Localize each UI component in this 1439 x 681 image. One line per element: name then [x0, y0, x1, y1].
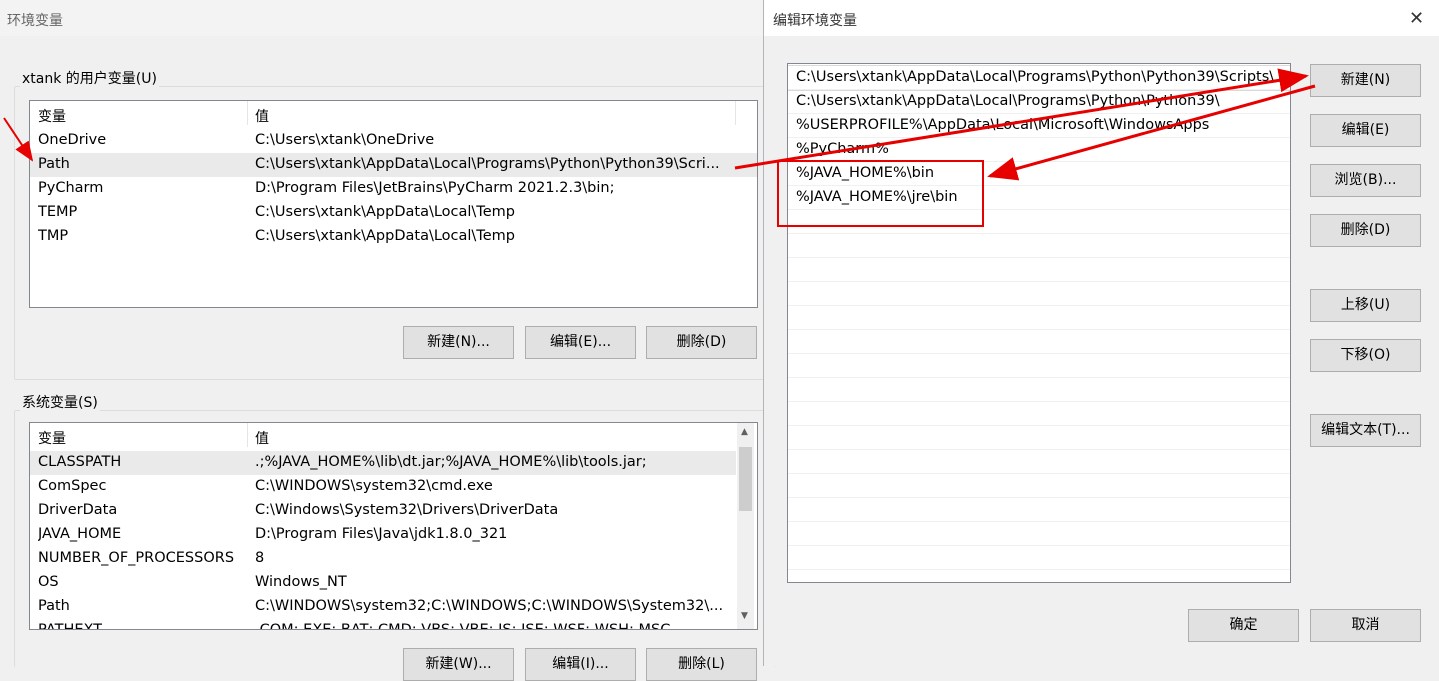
system-var-row-processors[interactable]: NUMBER_OF_PROCESSORS 8	[30, 547, 736, 571]
var-name: CLASSPATH	[38, 454, 122, 470]
path-entry-text: C:\Users\xtank\AppData\Local\Programs\Py…	[796, 69, 1275, 85]
move-up-button[interactable]: 上移(U)	[1310, 289, 1421, 322]
system-edit-button[interactable]: 编辑(I)...	[525, 648, 636, 681]
system-var-row-java-home[interactable]: JAVA_HOME D:\Program Files\Java\jdk1.8.0…	[30, 523, 736, 547]
var-value: C:\Users\xtank\AppData\Local\Temp	[255, 204, 515, 220]
path-entries-list[interactable]: C:\Users\xtank\AppData\Local\Programs\Py…	[787, 63, 1291, 583]
dialog-title-bar	[764, 0, 1439, 36]
path-empty-row[interactable]	[788, 378, 1290, 402]
system-var-row-classpath[interactable]: CLASSPATH .;%JAVA_HOME%\lib\dt.jar;%JAVA…	[30, 451, 736, 475]
var-name: OS	[38, 574, 59, 590]
scroll-down-icon[interactable]: ▼	[741, 611, 748, 621]
user-delete-button[interactable]: 删除(D)	[646, 326, 757, 359]
path-empty-row[interactable]	[788, 546, 1290, 570]
var-name: Path	[38, 598, 70, 614]
var-value: C:\Users\xtank\AppData\Local\Temp	[255, 228, 515, 244]
path-empty-row[interactable]	[788, 402, 1290, 426]
bg-window-title: 环境变量	[7, 13, 63, 29]
var-name: PATHEXT	[38, 622, 103, 630]
var-name: ComSpec	[38, 478, 107, 494]
system-vars-label: 系统变量(S)	[20, 392, 100, 412]
column-header-value[interactable]: 值	[255, 106, 269, 126]
path-empty-row[interactable]	[788, 306, 1290, 330]
path-empty-row[interactable]	[788, 354, 1290, 378]
user-var-row-temp[interactable]: TEMP C:\Users\xtank\AppData\Local\Temp	[30, 201, 757, 225]
var-value: Windows_NT	[255, 574, 347, 590]
var-value: D:\Program Files\JetBrains\PyCharm 2021.…	[255, 180, 615, 196]
system-var-row-os[interactable]: OS Windows_NT	[30, 571, 736, 595]
var-name: DriverData	[38, 502, 118, 518]
var-value: C:\Windows\System32\Drivers\DriverData	[255, 502, 559, 518]
user-vars-label: xtank 的用户变量(U)	[20, 68, 159, 88]
system-vars-list[interactable]: 变量 值 CLASSPATH .;%JAVA_HOME%\lib\dt.jar;…	[29, 422, 758, 630]
system-var-row-driverdata[interactable]: DriverData C:\Windows\System32\Drivers\D…	[30, 499, 736, 523]
move-down-button[interactable]: 下移(O)	[1310, 339, 1421, 372]
path-entry-text: C:\Users\xtank\AppData\Local\Programs\Py…	[796, 93, 1220, 109]
close-icon[interactable]: ✕	[1409, 8, 1424, 29]
path-empty-row[interactable]	[788, 330, 1290, 354]
user-vars-list[interactable]: 变量 值 OneDrive C:\Users\xtank\OneDrive Pa…	[29, 100, 758, 308]
system-vars-header: 变量 值	[30, 423, 757, 447]
var-name: TMP	[38, 228, 69, 244]
browse-button[interactable]: 浏览(B)...	[1310, 164, 1421, 197]
path-empty-row[interactable]	[788, 522, 1290, 546]
system-var-row-pathext[interactable]: PATHEXT .COM;.EXE;.BAT;.CMD;.VBS;.VBE;.J…	[30, 619, 736, 630]
edit-path-button[interactable]: 编辑(E)	[1310, 114, 1421, 147]
user-var-row-pycharm[interactable]: PyCharm D:\Program Files\JetBrains\PyCha…	[30, 177, 757, 201]
var-value: C:\Users\xtank\OneDrive	[255, 132, 435, 148]
var-name: NUMBER_OF_PROCESSORS	[38, 550, 235, 566]
path-empty-row[interactable]	[788, 474, 1290, 498]
user-var-row-path[interactable]: Path C:\Users\xtank\AppData\Local\Progra…	[30, 153, 757, 177]
var-value: C:\Users\xtank\AppData\Local\Programs\Py…	[255, 156, 720, 172]
system-vars-scrollbar[interactable]: ▲ ▼	[737, 423, 754, 629]
system-var-row-path[interactable]: Path C:\WINDOWS\system32;C:\WINDOWS;C:\W…	[30, 595, 736, 619]
user-var-row-tmp[interactable]: TMP C:\Users\xtank\AppData\Local\Temp	[30, 225, 757, 249]
path-empty-row[interactable]	[788, 258, 1290, 282]
var-value: C:\WINDOWS\system32\cmd.exe	[255, 478, 493, 494]
user-new-button[interactable]: 新建(N)...	[403, 326, 514, 359]
path-empty-row[interactable]	[788, 426, 1290, 450]
var-name: OneDrive	[38, 132, 107, 148]
var-value: .;%JAVA_HOME%\lib\dt.jar;%JAVA_HOME%\lib…	[255, 454, 647, 470]
var-value: D:\Program Files\Java\jdk1.8.0_321	[255, 526, 508, 542]
var-value: 8	[255, 550, 265, 566]
cancel-button[interactable]: 取消	[1310, 609, 1421, 642]
path-empty-row[interactable]	[788, 282, 1290, 306]
var-name: TEMP	[38, 204, 78, 220]
scroll-up-icon[interactable]: ▲	[741, 427, 748, 437]
delete-path-button[interactable]: 删除(D)	[1310, 214, 1421, 247]
path-empty-row[interactable]	[788, 498, 1290, 522]
system-new-button[interactable]: 新建(W)...	[403, 648, 514, 681]
path-entry[interactable]: %PyCharm%	[788, 138, 1290, 162]
scroll-thumb[interactable]	[739, 447, 752, 511]
new-path-button[interactable]: 新建(N)	[1310, 64, 1421, 97]
column-header-value[interactable]: 值	[255, 428, 269, 448]
var-name: JAVA_HOME	[38, 526, 122, 542]
path-entry[interactable]: C:\Users\xtank\AppData\Local\Programs\Py…	[788, 90, 1290, 114]
user-var-row-onedrive[interactable]: OneDrive C:\Users\xtank\OneDrive	[30, 129, 757, 153]
path-empty-row[interactable]	[788, 450, 1290, 474]
column-header-variable[interactable]: 变量	[38, 428, 66, 448]
annotation-highlight-box	[777, 160, 984, 227]
dialog-title: 编辑环境变量	[773, 13, 857, 29]
var-name: PyCharm	[38, 180, 104, 196]
var-value: .COM;.EXE;.BAT;.CMD;.VBS;.VBE;.JS;.JSE;.…	[255, 622, 671, 630]
path-entry-text: %PyCharm%	[796, 141, 889, 157]
var-value: C:\WINDOWS\system32;C:\WINDOWS;C:\WINDOW…	[255, 598, 724, 614]
bg-title-bar	[0, 0, 790, 36]
ok-button[interactable]: 确定	[1188, 609, 1299, 642]
path-entry-text: %USERPROFILE%\AppData\Local\Microsoft\Wi…	[796, 117, 1210, 133]
path-entry[interactable]: C:\Users\xtank\AppData\Local\Programs\Py…	[788, 65, 1290, 91]
system-var-row-comspec[interactable]: ComSpec C:\WINDOWS\system32\cmd.exe	[30, 475, 736, 499]
path-empty-row[interactable]	[788, 234, 1290, 258]
system-delete-button[interactable]: 删除(L)	[646, 648, 757, 681]
var-name: Path	[38, 156, 70, 172]
user-edit-button[interactable]: 编辑(E)...	[525, 326, 636, 359]
user-vars-header: 变量 值	[30, 101, 757, 125]
edit-text-button[interactable]: 编辑文本(T)...	[1310, 414, 1421, 447]
path-entry[interactable]: %USERPROFILE%\AppData\Local\Microsoft\Wi…	[788, 114, 1290, 138]
column-header-variable[interactable]: 变量	[38, 106, 66, 126]
